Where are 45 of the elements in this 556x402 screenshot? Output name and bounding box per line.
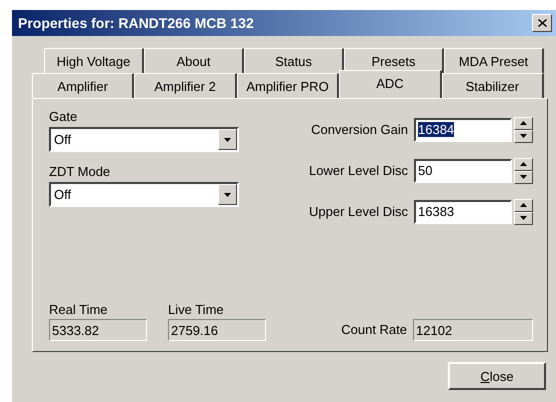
tab[interactable]: High Voltage [44, 48, 144, 73]
caret-icon [224, 138, 231, 142]
field-label: Count Rate [340, 322, 407, 336]
input-field[interactable]: 16383 [414, 200, 512, 224]
field-label: Gate [49, 109, 78, 124]
down-arrow-icon [520, 216, 527, 220]
close-button[interactable] [532, 14, 552, 32]
field-label: Live Time [168, 302, 225, 317]
tab[interactable]: Amplifier PRO [236, 73, 340, 98]
dropdown[interactable]: Off [49, 182, 239, 207]
tab[interactable]: Stabilizer [442, 73, 544, 98]
field-label: ZDT Mode [49, 164, 112, 179]
dropdown-button[interactable] [218, 129, 237, 150]
dropdown-button[interactable] [218, 184, 237, 205]
down-arrow-icon [520, 134, 527, 138]
spin-up-button[interactable] [514, 158, 533, 170]
tab[interactable]: Status [244, 48, 344, 73]
tab[interactable]: Amplifier 2 [134, 73, 237, 98]
spin-up-button[interactable] [514, 116, 533, 130]
spin-down-button[interactable] [514, 130, 533, 142]
spin-down-button[interactable] [514, 170, 533, 184]
field-label: Lower Level Disc [308, 163, 408, 178]
tab[interactable]: MDA Preset [444, 48, 544, 73]
dropdown[interactable]: Off [49, 127, 239, 152]
tab[interactable]: ADC [339, 70, 442, 98]
tab[interactable]: About [144, 48, 244, 73]
down-arrow-icon [520, 175, 527, 179]
field-label: Real Time [49, 302, 109, 317]
caret-icon [224, 192, 231, 196]
up-arrow-icon [520, 162, 527, 166]
field-label: Conversion Gain [310, 122, 408, 137]
input-field[interactable]: 16384 [414, 118, 512, 142]
input-field[interactable]: 50 [414, 158, 512, 182]
close-dialog-button[interactable]: Close [448, 362, 546, 390]
readout-field: 5333.82 [49, 319, 147, 341]
up-arrow-icon [520, 121, 527, 125]
spin-up-button[interactable] [514, 198, 533, 212]
readout-field: 2759.16 [168, 319, 266, 341]
readout-field: 12102 [413, 319, 533, 341]
close-icon [538, 19, 546, 27]
field-label: Upper Level Disc [308, 204, 408, 219]
spin-down-button[interactable] [514, 212, 533, 224]
tab[interactable]: Amplifier [32, 73, 134, 98]
up-arrow-icon [520, 203, 527, 207]
window-title: Properties for: RANDT266 MCB 132 [18, 15, 254, 31]
